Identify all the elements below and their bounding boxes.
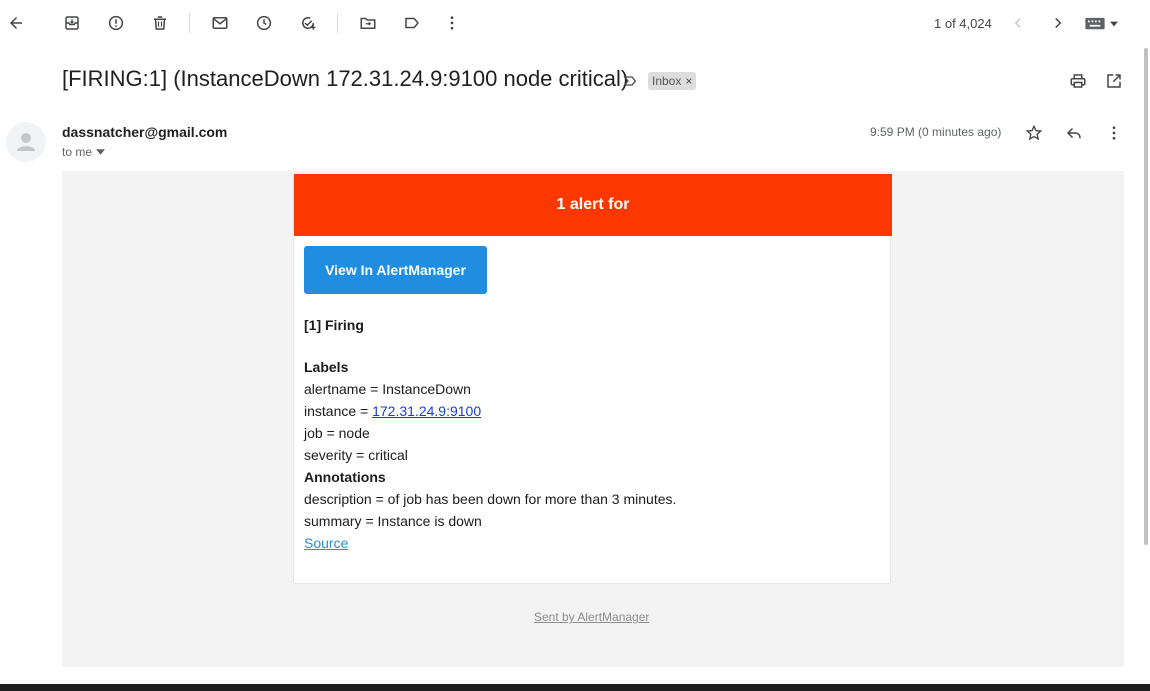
add-to-tasks-icon[interactable] — [294, 9, 322, 37]
scrollbar[interactable] — [1144, 48, 1148, 545]
label-alertname: alertname = InstanceDown — [304, 381, 471, 397]
sender-email[interactable]: dassnatcher@gmail.com — [62, 124, 227, 140]
delete-icon[interactable] — [146, 9, 174, 37]
annotation-description: description = of job has been down for m… — [304, 491, 677, 507]
mark-unread-icon[interactable] — [206, 9, 234, 37]
back-arrow-icon[interactable] — [2, 9, 30, 37]
source-link-row: Source — [304, 535, 348, 551]
label-icon[interactable] — [398, 9, 426, 37]
recipient-dropdown-icon[interactable] — [96, 149, 106, 155]
report-spam-icon[interactable] — [102, 9, 130, 37]
label-job: job = node — [304, 425, 370, 441]
remove-label-close-icon[interactable]: × — [685, 74, 692, 88]
pagination-count: 1 of 4,024 — [934, 16, 992, 31]
view-in-alertmanager-button[interactable]: View In AlertManager — [304, 246, 487, 294]
received-time: 9:59 PM (0 minutes ago) — [870, 125, 1002, 139]
alert-header-banner: 1 alert for — [294, 174, 892, 236]
label-instance-prefix: instance = — [304, 403, 373, 419]
inbox-label-chip: Inbox × — [648, 72, 697, 90]
annotation-summary: summary = Instance is down — [304, 513, 482, 529]
label-severity: severity = critical — [304, 447, 408, 463]
inbox-label-text: Inbox — [652, 74, 682, 88]
snooze-clock-icon[interactable] — [250, 9, 278, 37]
older-chevron-right-icon[interactable] — [1044, 9, 1072, 37]
recipient-label: to me — [62, 145, 93, 159]
bottom-edge-bar — [0, 684, 1150, 691]
annotations-heading: Annotations — [304, 469, 386, 485]
newer-chevron-left-icon[interactable] — [1004, 9, 1032, 37]
more-options-icon[interactable] — [438, 9, 466, 37]
firing-count: [1] Firing — [304, 317, 364, 333]
toolbar-divider — [189, 13, 190, 33]
toolbar-divider — [337, 13, 338, 33]
sent-by-footer-link[interactable]: Sent by AlertManager — [534, 610, 649, 624]
input-tools-keyboard-icon[interactable] — [1084, 14, 1124, 34]
label-instance: instance = 172.31.24.9:9100 — [304, 403, 481, 419]
instance-link[interactable]: 172.31.24.9:9100 — [372, 403, 481, 419]
archive-icon[interactable] — [58, 9, 86, 37]
importance-marker-icon[interactable] — [616, 67, 644, 95]
labels-heading: Labels — [304, 359, 349, 375]
alert-header-text: 1 alert for — [556, 196, 630, 213]
open-in-new-window-icon[interactable] — [1100, 67, 1128, 95]
move-to-folder-icon[interactable] — [354, 9, 382, 37]
message-more-options-icon[interactable] — [1100, 119, 1128, 147]
reply-icon[interactable] — [1060, 119, 1088, 147]
recipient-details[interactable]: to me — [62, 145, 106, 159]
print-icon[interactable] — [1064, 67, 1092, 95]
email-subject: [FIRING:1] (InstanceDown 172.31.24.9:910… — [62, 66, 629, 91]
sender-avatar — [6, 122, 46, 162]
source-link[interactable]: Source — [304, 535, 348, 551]
star-icon[interactable] — [1020, 119, 1048, 147]
